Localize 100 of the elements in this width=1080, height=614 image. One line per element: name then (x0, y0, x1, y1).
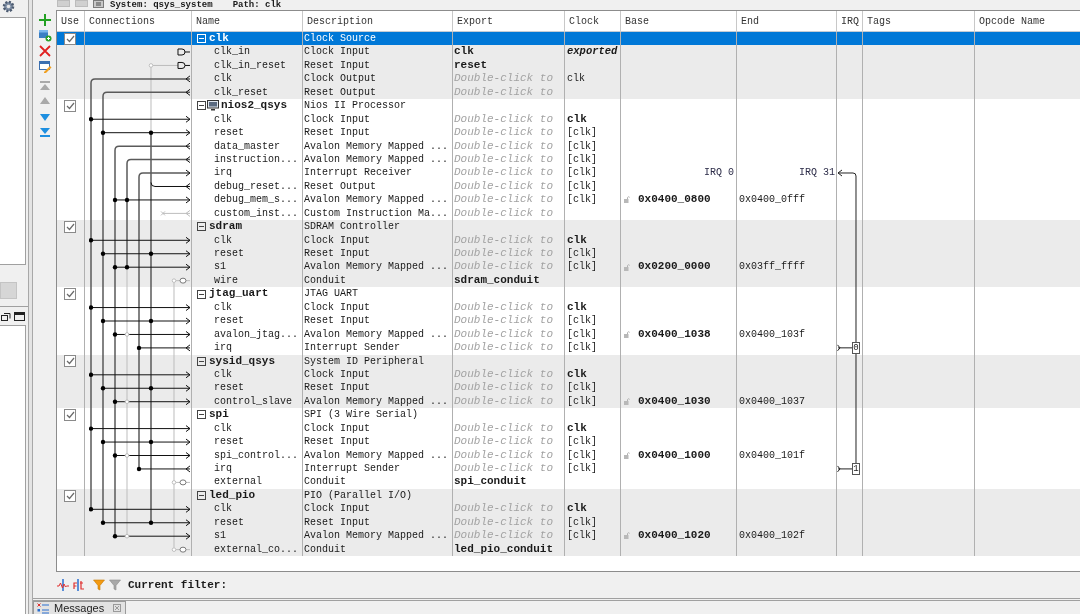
clock-name[interactable]: clk (567, 367, 587, 382)
clock-name[interactable]: [clk] (567, 327, 597, 342)
table-row[interactable]: clk Clock Output Double-click to clk (57, 72, 1080, 86)
clock-name[interactable]: [clk] (567, 314, 597, 328)
clock-name[interactable]: [clk] (567, 435, 597, 449)
clock-name[interactable]: [clk] (567, 179, 597, 194)
interface-name: instruction... (214, 152, 298, 167)
irq-number[interactable]: 0 (852, 341, 860, 354)
checkbox[interactable] (64, 220, 76, 233)
irq-label: IRQ 31 (799, 166, 835, 180)
maximize-icon[interactable] (14, 311, 25, 321)
column-header[interactable]: Name (192, 11, 303, 31)
base-address[interactable]: 0x0400_0800 (638, 193, 711, 207)
export-name[interactable]: sdram_conduit (454, 273, 540, 288)
table-row[interactable]: clk Clock Input Double-click to clk (57, 502, 1080, 516)
base-address[interactable]: 0x0400_1000 (638, 448, 711, 462)
table-row[interactable]: s1 Avalon Memory Mapped ... Double-click to [clk] 0x0200_0000 0x03ff_ffff (57, 260, 1080, 274)
collapse-icon[interactable] (197, 491, 206, 501)
clock-name[interactable]: clk (567, 233, 587, 247)
clock-name[interactable]: [clk] (567, 193, 597, 207)
delete-icon[interactable] (37, 43, 52, 58)
clock-name[interactable]: [clk] (567, 394, 597, 409)
clock-name[interactable]: [clk] (567, 260, 597, 274)
move-bottom-icon[interactable] (37, 125, 52, 140)
clock-name[interactable]: [clk] (567, 139, 597, 153)
plus-icon[interactable] (37, 12, 52, 27)
description-text: Reset Input (304, 247, 370, 261)
interface-name: external (214, 475, 262, 489)
clock-name[interactable]: [clk] (567, 448, 597, 462)
column-header[interactable]: Clock (565, 11, 621, 31)
clock-name[interactable]: [clk] (567, 341, 597, 355)
collapse-icon[interactable] (197, 101, 206, 111)
interface-name: clk (214, 112, 232, 127)
restore-icon[interactable] (1, 311, 11, 321)
end-address: 0x0400_102f (739, 529, 805, 543)
clock-name[interactable]: [clk] (567, 166, 597, 180)
interface-name: external_co... (214, 542, 298, 557)
export-name[interactable]: spi_conduit (454, 475, 527, 489)
computer-icon (207, 100, 219, 112)
table-row[interactable]: s1 Avalon Memory Mapped ... Double-click to [clk] 0x0400_1020 0x0400_102f (57, 529, 1080, 543)
lock-icon (624, 263, 630, 271)
marker-icon[interactable] (73, 579, 85, 591)
column-header[interactable]: End (737, 11, 837, 31)
column-header[interactable]: IRQ (837, 11, 863, 31)
export-name[interactable]: clk (454, 45, 474, 59)
description-text: Interrupt Sender (304, 341, 400, 355)
clock-name[interactable]: [clk] (567, 247, 597, 261)
table-row[interactable]: reset Reset Input Double-click to [clk] (57, 247, 1080, 261)
clock-name[interactable]: [clk] (567, 529, 597, 543)
clock-name[interactable]: clk (567, 421, 587, 436)
description-text: Avalon Memory Mapped ... (304, 327, 449, 342)
collapse-icon[interactable] (197, 410, 206, 420)
table-row[interactable]: sdram SDRAM Controller (57, 220, 1080, 234)
cube-plus-icon[interactable] (37, 28, 52, 43)
column-header[interactable]: Export (453, 11, 565, 31)
table-row[interactable]: clk Clock Source (57, 32, 1080, 46)
column-header[interactable]: Connections (85, 11, 192, 31)
clock-name[interactable]: [clk] (567, 152, 597, 167)
settings-icon[interactable] (2, 0, 15, 13)
column-header[interactable]: Opcode Name (975, 11, 1080, 31)
interface-name: reset (214, 126, 244, 140)
irq-number[interactable]: 1 (852, 462, 860, 475)
waveform-icon[interactable] (57, 579, 69, 591)
column-header[interactable]: Use (57, 11, 85, 31)
checkbox[interactable] (64, 489, 76, 502)
table-row[interactable]: clk_in Clock Input clk exported (57, 45, 1080, 59)
column-header[interactable]: Description (303, 11, 453, 31)
messages-tab[interactable]: Messages (33, 601, 126, 614)
clock-name[interactable]: clk (567, 502, 587, 516)
checkbox[interactable] (64, 99, 76, 112)
clock-name[interactable]: [clk] (567, 126, 597, 140)
clock-name[interactable]: [clk] (567, 515, 597, 530)
base-address[interactable]: 0x0400_1030 (638, 394, 711, 409)
base-address[interactable]: 0x0200_0000 (638, 260, 711, 274)
description-text: Reset Input (304, 126, 370, 140)
collapse-icon[interactable] (197, 222, 206, 232)
collapse-icon[interactable] (197, 289, 206, 299)
clock-name[interactable]: [clk] (567, 381, 597, 395)
export-name[interactable]: reset (454, 58, 487, 73)
table-row[interactable]: reset Reset Input Double-click to [clk] (57, 381, 1080, 395)
checkbox[interactable] (64, 355, 76, 368)
interface-name: reset (214, 247, 244, 261)
description-text: Nios II Processor (304, 99, 407, 113)
clock-name[interactable]: clk (567, 300, 587, 315)
clock-name[interactable]: clk (567, 112, 587, 127)
checkbox[interactable] (64, 288, 76, 301)
collapse-icon[interactable] (197, 356, 206, 366)
checkbox[interactable] (64, 32, 76, 45)
column-header[interactable]: Tags (863, 11, 975, 31)
clock-name[interactable]: clk (567, 72, 585, 86)
messages-icon (37, 602, 49, 614)
clock-name[interactable]: exported (567, 45, 618, 59)
export-name[interactable]: led_pio_conduit (454, 542, 554, 557)
interface-name: spi_control... (214, 448, 298, 462)
column-header[interactable]: Base (621, 11, 737, 31)
checkbox[interactable] (64, 408, 76, 421)
base-address[interactable]: 0x0400_1020 (638, 529, 711, 543)
clock-name[interactable]: [clk] (567, 462, 597, 476)
base-address[interactable]: 0x0400_1038 (638, 327, 711, 342)
edit-icon[interactable] (37, 59, 52, 74)
